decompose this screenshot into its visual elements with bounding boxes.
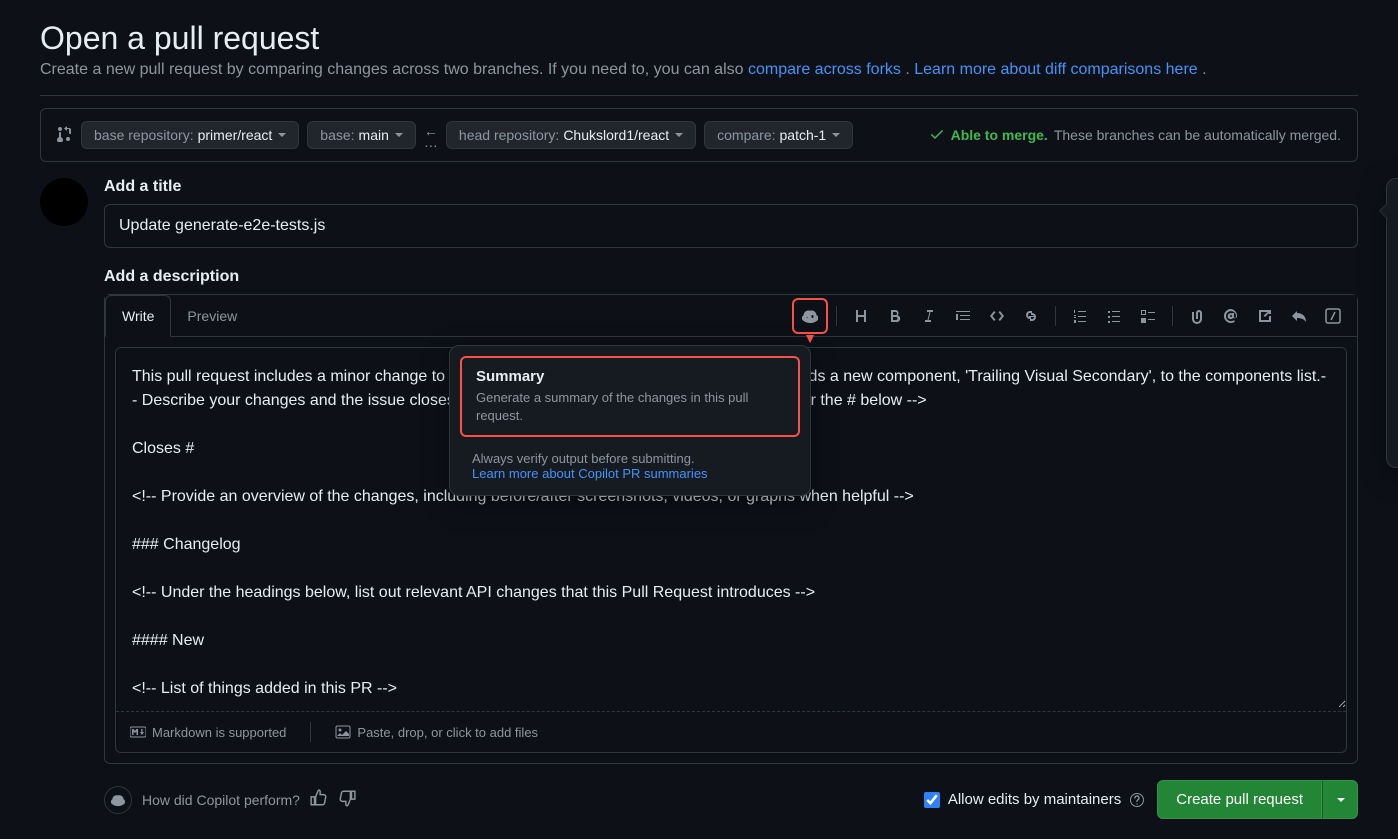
base-repo-value: primer/react (198, 127, 273, 143)
code-icon[interactable] (981, 300, 1013, 332)
allow-edits-input[interactable] (924, 792, 940, 808)
first-time-popover: ✕ 👋 It looks like this is your first tim… (1386, 178, 1398, 468)
tab-preview[interactable]: Preview (171, 296, 253, 336)
create-pr-button[interactable]: Create pull request (1157, 780, 1322, 819)
base-repo-select[interactable]: base repository: primer/react (81, 121, 299, 149)
heading-icon[interactable] (845, 300, 877, 332)
description-label: Add a description (104, 268, 1358, 286)
summary-verify-text: Always verify output before submitting. (472, 451, 788, 466)
merge-status: Able to merge. These branches can be aut… (929, 126, 1341, 145)
markdown-icon (130, 724, 146, 740)
copilot-button[interactable]: ▼ (792, 298, 828, 334)
help-icon[interactable] (1129, 792, 1145, 808)
summary-option[interactable]: Summary Generate a summary of the change… (460, 356, 800, 437)
page-title: Open a pull request (40, 20, 1358, 57)
arrow-left-icon: ←… (424, 124, 438, 146)
compare-forks-link[interactable]: compare across forks (748, 61, 901, 78)
task-list-icon[interactable] (1132, 300, 1164, 332)
toolbar-separator (1172, 306, 1173, 326)
subtitle-mid: . (905, 61, 914, 78)
copilot-icon (104, 786, 132, 814)
summary-desc: Generate a summary of the changes in thi… (476, 389, 784, 425)
editor-footer: Markdown is supported Paste, drop, or cl… (116, 711, 1346, 752)
chevron-down-icon (675, 133, 683, 137)
summary-footer: Always verify output before submitting. … (450, 447, 810, 495)
markdown-hint[interactable]: Markdown is supported (130, 724, 286, 740)
copilot-summary-popover: Summary Generate a summary of the change… (449, 345, 811, 496)
compare-branch-select[interactable]: compare: patch-1 (704, 121, 853, 149)
description-editor: Write Preview ▼ (104, 294, 1358, 764)
chevron-down-icon (832, 133, 840, 137)
base-label: base: (320, 127, 354, 143)
allow-edits-checkbox[interactable]: Allow edits by maintainers (924, 791, 1145, 808)
toolbar-separator (1055, 306, 1056, 326)
base-repo-label: base repository: (94, 127, 194, 143)
title-label: Add a title (104, 178, 1358, 196)
create-pr-dropdown[interactable] (1322, 780, 1358, 819)
tab-write[interactable]: Write (105, 295, 171, 337)
markdown-hint-text: Markdown is supported (152, 725, 286, 740)
merge-desc-text: These branches can be automatically merg… (1054, 127, 1341, 143)
create-pr-group: Create pull request (1157, 780, 1358, 819)
toolbar-separator (836, 306, 837, 326)
mention-icon[interactable] (1215, 300, 1247, 332)
paste-hint-text: Paste, drop, or click to add files (357, 725, 538, 740)
chevron-down-icon (395, 133, 403, 137)
footer-separator (310, 722, 311, 742)
link-icon[interactable] (1015, 300, 1047, 332)
arrow-down-icon: ▼ (803, 330, 817, 346)
slash-commands-icon[interactable] (1317, 300, 1349, 332)
editor-tabs: Write Preview ▼ (105, 295, 1357, 337)
copilot-feedback: How did Copilot perform? (104, 786, 356, 814)
chevron-down-icon (1337, 798, 1345, 802)
editor-toolbar: ▼ (792, 298, 1357, 334)
branch-compare-bar: base repository: primer/react base: main… (40, 108, 1358, 162)
head-repo-value: Chukslord1/react (563, 127, 669, 143)
allow-edits-label: Allow edits by maintainers (948, 791, 1121, 808)
chevron-down-icon (278, 133, 286, 137)
summary-learn-link[interactable]: Learn more about Copilot PR summaries (472, 466, 708, 481)
merge-able-text: Able to merge. (951, 127, 1048, 143)
subtitle-text: Create a new pull request by comparing c… (40, 61, 748, 78)
italic-icon[interactable] (913, 300, 945, 332)
check-icon (929, 126, 945, 145)
summary-title: Summary (476, 368, 784, 385)
attach-icon[interactable] (1181, 300, 1213, 332)
unordered-list-icon[interactable] (1098, 300, 1130, 332)
page-subtitle: Create a new pull request by comparing c… (40, 61, 1358, 79)
quote-icon[interactable] (947, 300, 979, 332)
head-repo-label: head repository: (459, 127, 559, 143)
compare-icon (57, 126, 73, 145)
paste-hint[interactable]: Paste, drop, or click to add files (335, 724, 538, 740)
compare-value: patch-1 (780, 127, 827, 143)
thumbs-down-icon[interactable] (338, 789, 356, 810)
bold-icon[interactable] (879, 300, 911, 332)
copilot-feedback-text: How did Copilot perform? (142, 792, 300, 808)
base-branch-select[interactable]: base: main (307, 121, 416, 149)
base-value: main (359, 127, 389, 143)
avatar (40, 178, 88, 226)
divider (40, 95, 1358, 96)
bottom-bar: How did Copilot perform? Allow edits by … (104, 780, 1358, 819)
thumbs-up-icon[interactable] (310, 789, 328, 810)
title-input[interactable] (104, 204, 1358, 248)
subtitle-end: . (1202, 61, 1206, 78)
learn-diff-link[interactable]: Learn more about diff comparisons here (914, 61, 1197, 78)
cross-reference-icon[interactable] (1249, 300, 1281, 332)
head-repo-select[interactable]: head repository: Chukslord1/react (446, 121, 696, 149)
ordered-list-icon[interactable] (1064, 300, 1096, 332)
reply-icon[interactable] (1283, 300, 1315, 332)
image-icon (335, 724, 351, 740)
compare-label: compare: (717, 127, 775, 143)
